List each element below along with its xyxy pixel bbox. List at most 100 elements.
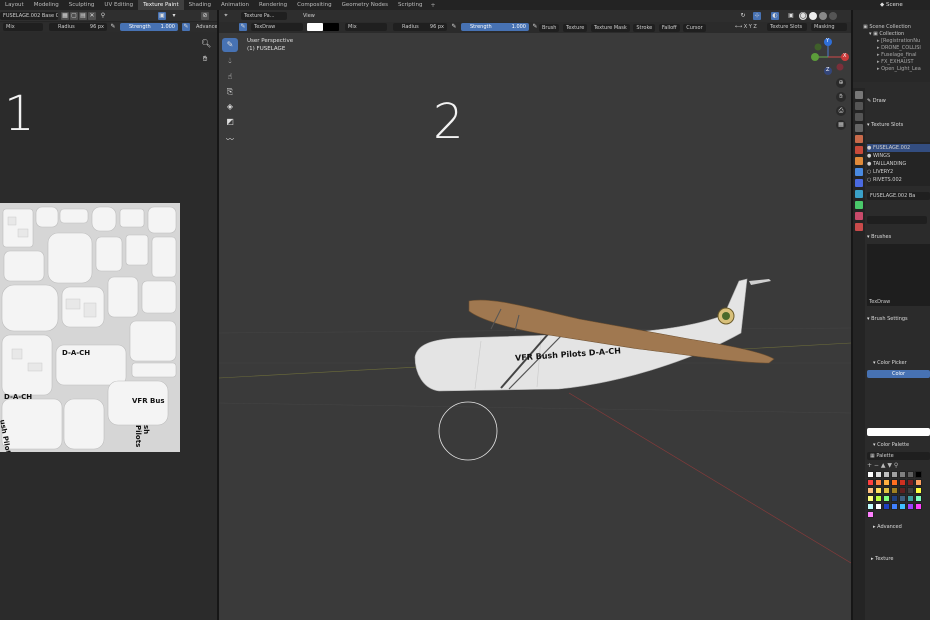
brush-color-swatch[interactable] (307, 23, 323, 31)
view-layer-tab-icon[interactable] (855, 124, 863, 132)
brush-icon[interactable]: ✎ (239, 23, 247, 31)
palette-swatch[interactable] (891, 487, 898, 494)
palette-swatch[interactable] (899, 503, 906, 510)
overlays-icon[interactable]: ◐ (771, 12, 779, 20)
texture-menu[interactable]: Texture (563, 24, 588, 32)
palette-swatch[interactable] (867, 511, 874, 518)
texture-panel-header[interactable]: ▸ Texture (867, 554, 930, 564)
palette-swatch[interactable] (883, 487, 890, 494)
texture-tab-icon[interactable] (855, 223, 863, 231)
data-tab-icon[interactable] (855, 201, 863, 209)
add-workspace-icon[interactable]: + (427, 2, 438, 9)
uv-texture-canvas[interactable]: D-A-CH VFR Bus ush Pilots D-A-CH sh Pilo… (0, 203, 180, 452)
falloff-menu[interactable]: Falloff (658, 24, 680, 32)
material-tab-icon[interactable] (855, 212, 863, 220)
texture-slot-item[interactable]: ● FUSELAGE.002 (867, 144, 930, 152)
palette-swatch[interactable] (867, 471, 874, 478)
cursor-menu[interactable]: Cursor (683, 24, 706, 32)
palette-swatch[interactable] (875, 479, 882, 486)
workspace-tab-animation[interactable]: Animation (216, 0, 254, 10)
strength-field[interactable]: Strength 1.000 (120, 23, 178, 31)
palette-swatch[interactable] (899, 495, 906, 502)
object-tab-icon[interactable] (855, 157, 863, 165)
pin-icon[interactable]: ⚲ (99, 12, 107, 20)
palette-swatch[interactable] (875, 471, 882, 478)
active-image-field[interactable]: FUSELAGE.002 Ba (867, 192, 930, 200)
blend-mode-select[interactable]: Mix (3, 23, 43, 31)
palette-controls[interactable]: + − ▲ ▼ ⚲ (867, 462, 930, 469)
view-menu[interactable]: View (303, 13, 315, 19)
palette-swatch[interactable] (875, 495, 882, 502)
zoom-icon[interactable]: 🔍︎ (201, 40, 211, 48)
brush-menu[interactable]: Brush (539, 24, 560, 32)
workspace-tab-compositing[interactable]: Compositing (292, 0, 336, 10)
palette-swatch[interactable] (907, 471, 914, 478)
palette-swatch[interactable] (915, 479, 922, 486)
masking-menu[interactable]: Masking (811, 23, 847, 31)
symmetry-toggles[interactable]: ⟷ X Y Z (735, 24, 757, 30)
radius-pressure-icon[interactable]: ✎ (450, 23, 458, 31)
palette-swatch[interactable] (891, 479, 898, 486)
outliner-item[interactable]: ▸ FX_EXHAUST (863, 59, 921, 66)
palette-swatch[interactable] (915, 503, 922, 510)
palette-swatch[interactable] (891, 471, 898, 478)
texture-mask-menu[interactable]: Texture Mask (590, 24, 630, 32)
workspace-tab-texture-paint[interactable]: Texture Paint (138, 0, 184, 10)
solid-shading-icon[interactable] (809, 12, 817, 20)
material-shading-icon[interactable] (819, 12, 827, 20)
palette-swatch[interactable] (899, 479, 906, 486)
outliner-item[interactable]: ▸ Open_Light_Lea (863, 66, 921, 73)
mode-select[interactable]: Texture Pa... (241, 12, 287, 20)
xray-icon[interactable]: ▣ (787, 12, 795, 20)
color-mode-button[interactable]: Color (867, 370, 930, 378)
collection-row[interactable]: ▾ ▣ Collection (863, 31, 921, 38)
palette-swatch[interactable] (915, 471, 922, 478)
palette-swatch[interactable] (891, 495, 898, 502)
tool-tab-icon[interactable] (855, 91, 863, 99)
gizmo-toggle-icon[interactable]: ↻ (739, 12, 747, 20)
scene-selector[interactable]: ◆ Scene (880, 0, 930, 10)
palette-swatch[interactable] (867, 487, 874, 494)
color-picker-panel-header[interactable]: ▾ Color Picker (867, 358, 930, 368)
palette-swatch[interactable] (891, 503, 898, 510)
palette-swatch[interactable] (883, 479, 890, 486)
palette-select[interactable]: ▦ Palette (867, 452, 930, 460)
palette-swatch[interactable] (915, 495, 922, 502)
radius-field[interactable]: Radius 96 px (49, 23, 107, 31)
workspace-tab-modeling[interactable]: Modeling (29, 0, 64, 10)
pressure-icon[interactable]: ✎ (109, 23, 117, 31)
open-image-icon[interactable]: ▤ (79, 12, 87, 20)
palette-swatch[interactable] (899, 471, 906, 478)
strength-pressure-icon[interactable]: ✎ (182, 23, 190, 31)
texture-slot-item[interactable]: ● TAILLANDING (867, 160, 930, 168)
secondary-color-swatch[interactable] (323, 23, 339, 31)
show-gizmo-icon[interactable]: ⊹ (753, 12, 761, 20)
palette-swatch[interactable] (875, 503, 882, 510)
image-search-field[interactable] (867, 216, 927, 224)
palette-swatch[interactable] (883, 471, 890, 478)
workspace-tab-shading[interactable]: Shading (184, 0, 216, 10)
outliner-item[interactable]: ▸ Fuselage_final (863, 52, 921, 59)
workspace-tab-sculpting[interactable]: Sculpting (64, 0, 100, 10)
brush-settings-panel-header[interactable]: ▾ Brush Settings (867, 314, 930, 324)
palette-swatch[interactable] (907, 479, 914, 486)
texture-slot-item[interactable]: ○ RIVETS.002 (867, 176, 930, 184)
radius-field-3d[interactable]: Radius 96 px (393, 23, 447, 31)
palette-swatch[interactable] (875, 487, 882, 494)
strength-field-3d[interactable]: Strength 1.000 (461, 23, 529, 31)
palette-swatch[interactable] (883, 503, 890, 510)
display-channels-icon[interactable]: ▣ (158, 12, 166, 20)
overlay-icon[interactable]: ⊘ (201, 12, 209, 20)
palette-swatch[interactable] (915, 487, 922, 494)
chevron-down-icon[interactable]: ▾ (170, 12, 178, 20)
texture-slot-item[interactable]: ○ LIVERY2 (867, 168, 930, 176)
color-palette-panel-header[interactable]: ▾ Color Palette (867, 440, 930, 450)
output-tab-icon[interactable] (855, 113, 863, 121)
texture-slots-menu[interactable]: Texture Slots (767, 23, 807, 31)
wireframe-shading-icon[interactable]: ◯ (799, 12, 807, 20)
palette-swatch[interactable] (899, 487, 906, 494)
scene-collection-row[interactable]: ▣ Scene Collection (863, 24, 921, 31)
new-image-icon[interactable]: ▢ (70, 12, 78, 20)
close-icon[interactable]: ✕ (88, 12, 96, 20)
scene-tab-icon[interactable] (855, 135, 863, 143)
